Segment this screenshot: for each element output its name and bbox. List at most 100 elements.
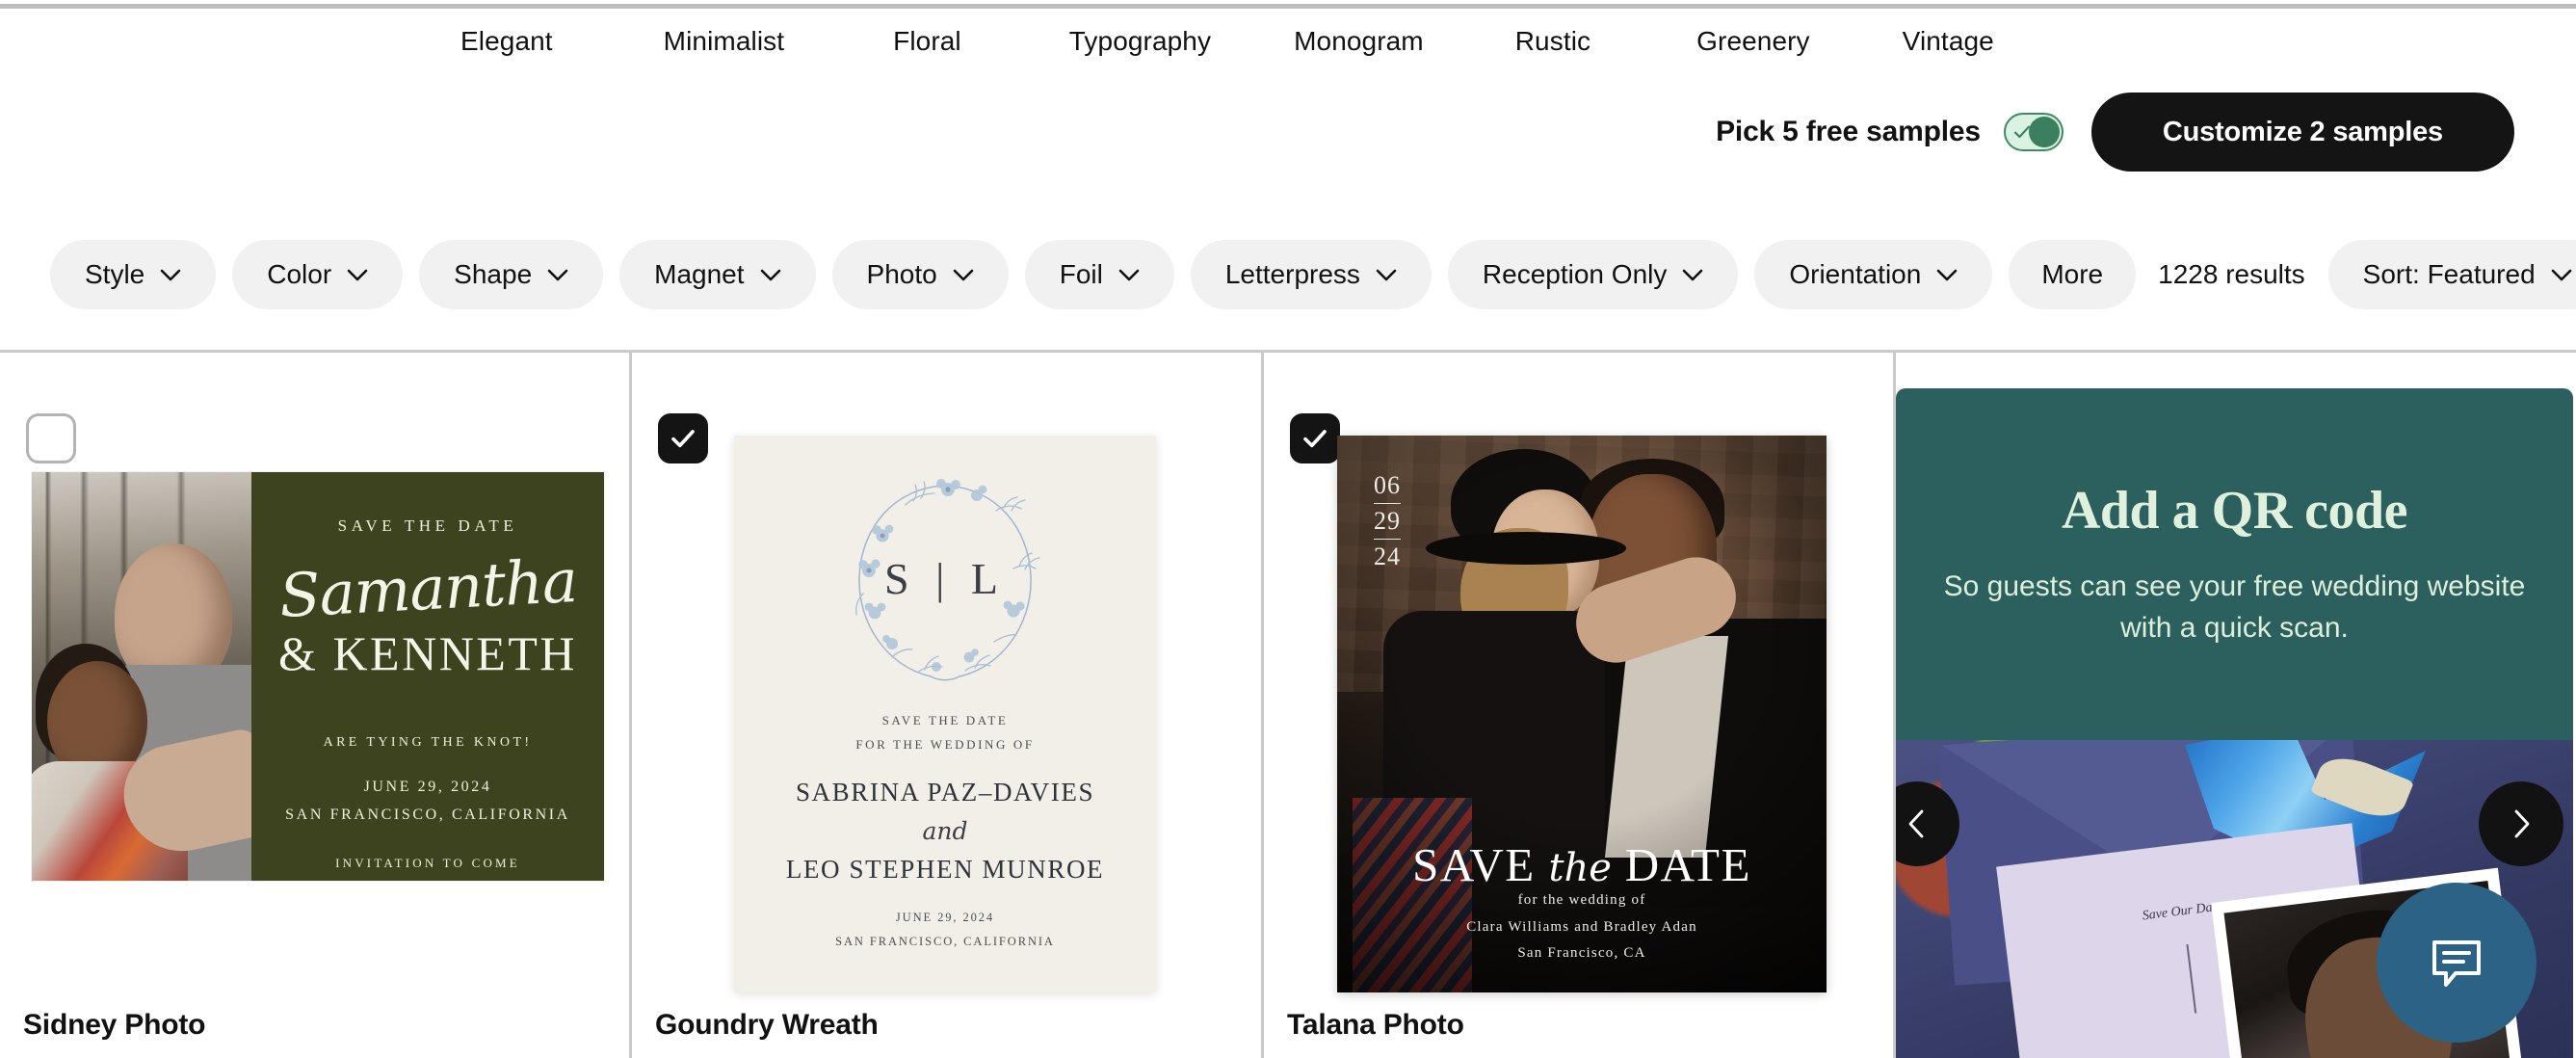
chevron-down-icon bbox=[760, 269, 780, 280]
product-checkbox-talana-photo[interactable] bbox=[1290, 413, 1340, 463]
nav-item-rustic[interactable]: Rustic bbox=[1515, 26, 1590, 57]
promo-subtitle: So guests can see your free wedding webs… bbox=[1943, 569, 2526, 644]
date-year: 24 bbox=[1374, 542, 1401, 570]
chevron-left-icon bbox=[1908, 809, 1924, 838]
chevron-down-icon bbox=[547, 269, 568, 280]
card-location: SAN FRANCISCO, CALIFORNIA bbox=[835, 935, 1055, 949]
promo-title: Add a QR code bbox=[2061, 480, 2408, 541]
chat-bubble-icon bbox=[2432, 940, 2481, 987]
card-and: and bbox=[922, 817, 968, 846]
chevron-down-icon bbox=[160, 269, 181, 280]
product-checkbox-goundry-wreath[interactable] bbox=[658, 413, 708, 463]
toggle-knob bbox=[2028, 117, 2060, 147]
filter-pill-reception-only[interactable]: Reception Only bbox=[1447, 240, 1739, 309]
date-month: 06 bbox=[1374, 471, 1401, 499]
sort-label: Sort: Featured bbox=[2362, 259, 2536, 289]
card-photo bbox=[32, 472, 252, 881]
promo-qr-code-panel: Add a QR code So guests can see your fre… bbox=[1896, 353, 2573, 1058]
product-thumbnail-goundry-wreath: S | L SAVE THE DATE FOR THE WEDDING OF S… bbox=[734, 436, 1156, 992]
photo-card-line bbox=[2186, 943, 2197, 1014]
card-second-name: & KENNETH bbox=[278, 625, 577, 680]
card-date-word: DATE bbox=[1624, 838, 1751, 891]
card-date: JUNE 29, 2024 bbox=[895, 911, 995, 925]
filter-pill-more[interactable]: More bbox=[2009, 240, 2137, 309]
nav-item-vintage[interactable]: Vintage bbox=[1903, 26, 1994, 57]
filter-label: Shape bbox=[454, 259, 533, 289]
card-footer: for the wedding of Clara Williams and Br… bbox=[1337, 887, 1827, 967]
promo-banner: Add a QR code So guests can see your fre… bbox=[1896, 388, 2573, 740]
nav-item-monogram[interactable]: Monogram bbox=[1294, 26, 1424, 57]
top-divider bbox=[0, 4, 2576, 9]
card-script-name: Samantha bbox=[276, 544, 579, 632]
filter-pill-orientation[interactable]: Orientation bbox=[1754, 240, 1993, 309]
product-title-talana-photo[interactable]: Talana Photo bbox=[1287, 1009, 1464, 1042]
filter-label: Magnet bbox=[654, 259, 745, 289]
filter-label: Letterpress bbox=[1224, 259, 1360, 289]
product-thumbnail-talana-photo: 06 29 24 SAVE the DATE for the wedding o… bbox=[1337, 436, 1827, 992]
free-samples-bar: Pick 5 free samples Customize 2 samples bbox=[1716, 93, 2514, 172]
product-card-sidney-photo[interactable]: SAVE THE DATE Samantha & KENNETH ARE TYI… bbox=[0, 353, 632, 1058]
sort-dropdown[interactable]: Sort: Featured bbox=[2327, 240, 2576, 309]
check-icon bbox=[1303, 430, 1327, 448]
customize-samples-button[interactable]: Customize 2 samples bbox=[2090, 93, 2514, 172]
filter-pill-foil[interactable]: Foil bbox=[1024, 240, 1174, 309]
card-names: Clara Williams and Bradley Adan bbox=[1466, 918, 1697, 935]
chevron-down-icon bbox=[2551, 269, 2571, 280]
chevron-right-icon bbox=[2514, 809, 2530, 838]
filter-label: Color bbox=[267, 259, 332, 289]
nav-item-elegant[interactable]: Elegant bbox=[460, 26, 553, 57]
chevron-down-icon bbox=[1937, 269, 1958, 280]
card-for-the-wedding-of: for the wedding of bbox=[1517, 891, 1646, 908]
filter-label: Foil bbox=[1059, 259, 1103, 289]
card-stacked-date: 06 29 24 bbox=[1374, 468, 1401, 574]
nav-item-typography[interactable]: Typography bbox=[1069, 26, 1211, 57]
product-card-goundry-wreath[interactable]: S | L SAVE THE DATE FOR THE WEDDING OF S… bbox=[632, 353, 1264, 1058]
filter-pill-style[interactable]: Style bbox=[50, 240, 217, 309]
card-footer: INVITATION TO COME bbox=[335, 856, 520, 871]
chat-button[interactable] bbox=[2377, 883, 2537, 1043]
filter-label: Reception Only bbox=[1482, 259, 1668, 289]
product-listing-page: Elegant Minimalist Floral Typography Mon… bbox=[0, 0, 2576, 1058]
card-for-the-wedding-of: FOR THE WEDDING OF bbox=[855, 736, 1035, 752]
filter-pill-color[interactable]: Color bbox=[232, 240, 404, 309]
product-title-sidney-photo[interactable]: Sidney Photo bbox=[23, 1009, 205, 1042]
card-name-1: SABRINA PAZ–DAVIES bbox=[795, 778, 1095, 807]
product-card-talana-photo[interactable]: 06 29 24 SAVE the DATE for the wedding o… bbox=[1264, 353, 1896, 1058]
filter-pill-shape[interactable]: Shape bbox=[419, 240, 604, 309]
filter-label: Photo bbox=[866, 259, 937, 289]
floral-wreath-icon: S | L bbox=[825, 468, 1065, 696]
product-grid: SAVE THE DATE Samantha & KENNETH ARE TYI… bbox=[0, 350, 2576, 1058]
card-the-word: the bbox=[1548, 846, 1612, 890]
nav-item-greenery[interactable]: Greenery bbox=[1696, 26, 1810, 57]
card-location: San Francisco, CA bbox=[1517, 945, 1646, 962]
chevron-down-icon bbox=[953, 269, 974, 280]
filter-pill-magnet[interactable]: Magnet bbox=[619, 240, 816, 309]
card-date: JUNE 29, 2024 bbox=[363, 778, 492, 795]
nav-item-minimalist[interactable]: Minimalist bbox=[664, 26, 784, 57]
date-day: 29 bbox=[1374, 503, 1401, 540]
card-save-the-date: SAVE the DATE bbox=[1337, 837, 1827, 892]
card-location: SAN FRANCISCO, CALIFORNIA bbox=[285, 806, 570, 823]
card-save-the-date: SAVE THE DATE bbox=[337, 516, 518, 535]
category-nav: Elegant Minimalist Floral Typography Mon… bbox=[0, 12, 2576, 71]
card-text-panel: SAVE THE DATE Samantha & KENNETH ARE TYI… bbox=[251, 472, 604, 881]
chevron-down-icon bbox=[1118, 269, 1140, 280]
chevron-down-icon bbox=[1683, 269, 1703, 280]
card-save-word: SAVE bbox=[1412, 838, 1536, 891]
product-checkbox-sidney-photo[interactable] bbox=[26, 413, 76, 463]
filter-bar: Style Color Shape Magnet Photo Foil Lett… bbox=[0, 235, 2576, 314]
product-thumbnail-sidney-photo: SAVE THE DATE Samantha & KENNETH ARE TYI… bbox=[32, 472, 604, 881]
carousel-next-button[interactable] bbox=[2479, 781, 2563, 866]
card-tagline: ARE TYING THE KNOT! bbox=[323, 734, 533, 750]
filter-pill-letterpress[interactable]: Letterpress bbox=[1190, 240, 1432, 309]
product-title-goundry-wreath[interactable]: Goundry Wreath bbox=[655, 1009, 879, 1042]
card-name-2: LEO STEPHEN MUNROE bbox=[785, 855, 1105, 885]
free-samples-toggle[interactable] bbox=[2003, 113, 2063, 151]
filter-pill-photo[interactable]: Photo bbox=[831, 240, 1009, 309]
chevron-down-icon bbox=[347, 269, 368, 280]
chevron-down-icon bbox=[1376, 269, 1397, 280]
filter-label: Orientation bbox=[1789, 259, 1922, 289]
nav-item-floral[interactable]: Floral bbox=[893, 26, 961, 57]
results-count: 1228 results bbox=[2158, 259, 2305, 289]
card-monogram: S | L bbox=[884, 554, 1006, 603]
